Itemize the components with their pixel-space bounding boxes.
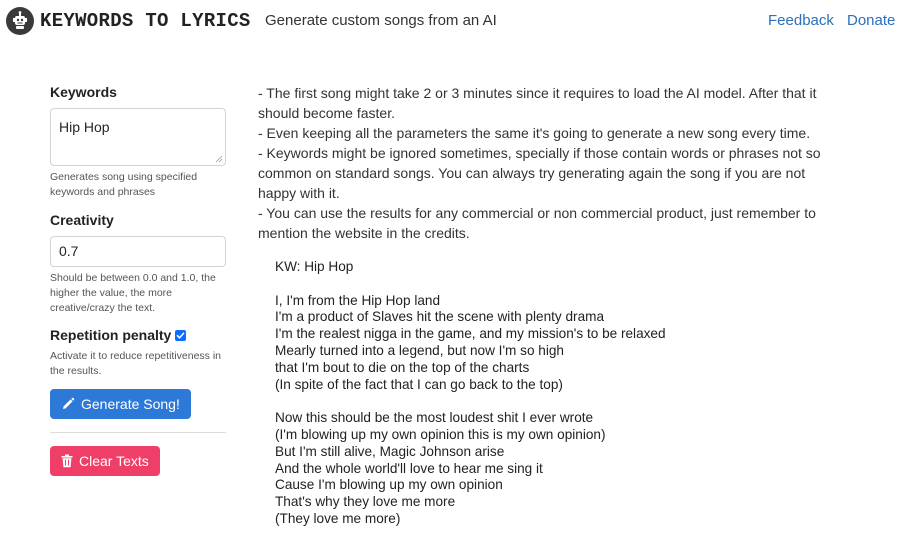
- lyric-line: But I'm still alive, Magic Johnson arise: [275, 443, 505, 459]
- divider: [50, 432, 226, 433]
- lyric-line: That's why they love me more: [275, 494, 456, 510]
- instructions: - The first song might take 2 or 3 minut…: [258, 83, 838, 243]
- note-item: - Keywords might be ignored sometimes, s…: [258, 145, 821, 201]
- note-item: - Even keeping all the parameters the sa…: [258, 125, 811, 141]
- lyric-line: [275, 276, 855, 293]
- keywords-label: Keywords: [50, 84, 117, 100]
- keywords-value: Hip Hop: [59, 119, 110, 135]
- robot-icon: [6, 7, 34, 35]
- lyric-line: I'm a product of Slaves hit the scene wi…: [275, 309, 605, 325]
- donate-link[interactable]: Donate: [847, 12, 895, 29]
- lyrics-keywords-line: KW: Hip Hop: [275, 259, 354, 274]
- lyric-line: Cause I'm blowing up my own opinion: [275, 477, 503, 493]
- lyric-line: [275, 393, 855, 410]
- lyric-line: (In spite of the fact that I can go back…: [275, 376, 563, 392]
- checkmark-icon: [177, 332, 185, 339]
- creativity-label: Creativity: [50, 212, 114, 228]
- trash-icon: [61, 454, 73, 468]
- lyric-line: that I'm bout to die on the top of the c…: [275, 359, 530, 375]
- tagline: Generate custom songs from an AI: [265, 12, 497, 29]
- lyric-line: Now this should be the most loudest shit…: [275, 410, 594, 426]
- sidebar-form: Keywords Hip Hop Generates song using sp…: [50, 84, 226, 476]
- creativity-help: Should be between 0.0 and 1.0, the highe…: [50, 272, 216, 314]
- note-item: - The first song might take 2 or 3 minut…: [258, 85, 817, 121]
- keywords-textarea[interactable]: Hip Hop: [50, 108, 226, 166]
- creativity-input[interactable]: 0.7: [50, 236, 226, 267]
- brand-title[interactable]: KEYWORDS TO LYRICS: [40, 10, 251, 32]
- lyric-line: And the whole world'll love to hear me s…: [275, 460, 543, 476]
- lyrics-output: KW: Hip Hop I, I'm from the Hip Hop land…: [275, 259, 855, 528]
- clear-texts-button[interactable]: Clear Texts: [50, 446, 160, 476]
- lyric-line: I'm the realest nigga in the game, and m…: [275, 326, 666, 342]
- resize-grip-icon[interactable]: [215, 155, 223, 163]
- feedback-link[interactable]: Feedback: [768, 12, 834, 29]
- generate-song-button[interactable]: Generate Song!: [50, 389, 191, 419]
- creativity-value: 0.7: [59, 243, 79, 259]
- repetition-row: Repetition penalty: [50, 327, 226, 343]
- clear-texts-label: Clear Texts: [79, 453, 149, 469]
- repetition-help: Activate it to reduce repetitiveness in …: [50, 350, 222, 377]
- lyric-line: I, I'm from the Hip Hop land: [275, 292, 441, 308]
- repetition-label: Repetition penalty: [50, 327, 172, 343]
- pencil-icon: [63, 397, 75, 409]
- lyric-line: Mearly turned into a legend, but now I'm…: [275, 342, 564, 358]
- lyric-line: (I'm blowing up my own opinion this is m…: [275, 426, 606, 442]
- header: KEYWORDS TO LYRICS Generate custom songs…: [0, 0, 900, 42]
- keywords-help: Generates song using specified keywords …: [50, 171, 198, 198]
- repetition-checkbox[interactable]: [175, 329, 187, 341]
- generate-song-label: Generate Song!: [81, 396, 180, 412]
- lyric-line: (They love me more): [275, 510, 401, 526]
- note-item: - You can use the results for any commer…: [258, 205, 816, 241]
